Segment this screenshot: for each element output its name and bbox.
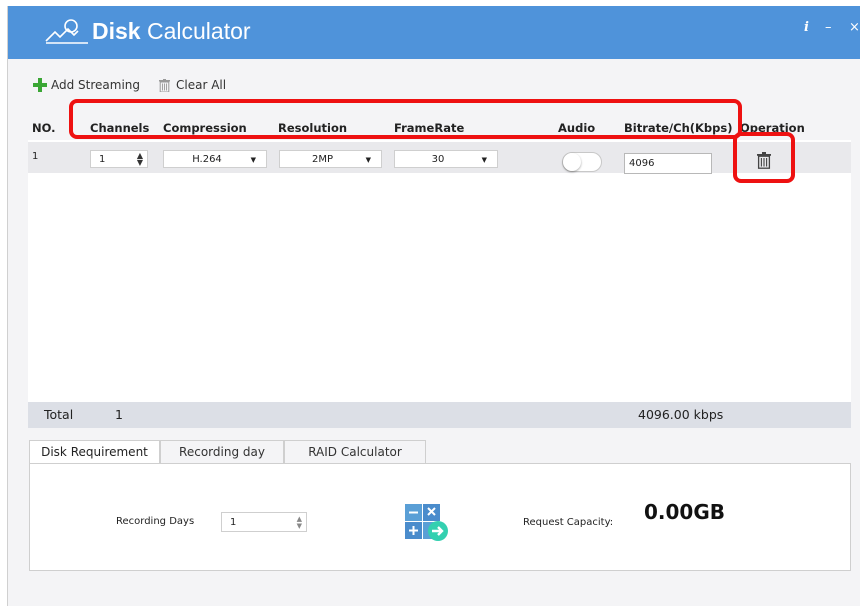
bitrate-input[interactable]: 4096: [624, 153, 712, 174]
framerate-select[interactable]: 30 ▼: [394, 150, 498, 168]
streaming-table: 1 1 ▲ ▼ H.264 ▼ 2MP ▼ 30 ▼ 4096: [28, 140, 851, 403]
audio-toggle[interactable]: [562, 152, 602, 172]
total-label: Total: [44, 407, 74, 422]
channels-stepper[interactable]: 1 ▲ ▼: [90, 150, 148, 168]
framerate-value: 30: [431, 154, 445, 165]
compression-value: H.264: [192, 154, 222, 165]
plus-icon: [33, 78, 47, 92]
chevron-down-icon: ▼: [365, 156, 371, 164]
tab-raid-calculator[interactable]: RAID Calculator: [284, 440, 426, 463]
recording-days-label: Recording Days: [116, 516, 195, 527]
clear-all-button[interactable]: Clear All: [159, 75, 226, 95]
clear-all-label: Clear All: [176, 78, 227, 92]
header-no: NO.: [32, 121, 56, 135]
stepper-arrows-icon[interactable]: ▲ ▼: [137, 152, 143, 167]
table-row: 1 1 ▲ ▼ H.264 ▼ 2MP ▼ 30 ▼ 4096: [28, 142, 851, 174]
highlight-operation-box: [733, 132, 795, 183]
app-title-bold: Disk: [92, 18, 141, 44]
calculator-icon: [405, 504, 448, 541]
add-streaming-button[interactable]: Add Streaming: [33, 75, 140, 95]
request-capacity-label: Request Capacity:: [523, 517, 614, 528]
total-channels: 1: [115, 407, 123, 422]
chevron-down-icon: ▼: [250, 156, 256, 164]
app-title: Disk Calculator: [92, 17, 251, 45]
compression-select[interactable]: H.264 ▼: [163, 150, 267, 168]
highlight-settings-box: [69, 99, 742, 139]
recording-days-value: 1: [230, 517, 237, 528]
resolution-select[interactable]: 2MP ▼: [279, 150, 382, 168]
recording-days-stepper[interactable]: 1 ▲ ▼: [221, 512, 307, 532]
tab-recording-day[interactable]: Recording day: [160, 440, 284, 463]
disk-logo-icon: [45, 19, 88, 44]
channels-value: 1: [99, 154, 106, 165]
total-bitrate: 4096.00 kbps: [638, 407, 724, 422]
close-button[interactable]: ×: [849, 20, 860, 35]
title-bar: Disk Calculator i – ×: [8, 6, 860, 59]
app-title-rest: Calculator: [140, 18, 251, 44]
disk-requirement-panel: Recording Days 1 ▲ ▼ Request Capacity: 0.…: [29, 463, 851, 571]
add-streaming-label: Add Streaming: [51, 78, 141, 92]
app-window: Disk Calculator i – × Add Streaming Clea…: [7, 6, 860, 606]
chevron-down-icon: ▼: [481, 156, 487, 164]
trash-icon: [159, 78, 170, 92]
minimize-button[interactable]: –: [825, 20, 832, 35]
info-icon[interactable]: i: [804, 20, 809, 35]
row-number: 1: [32, 151, 39, 162]
resolution-value: 2MP: [311, 154, 334, 165]
toggle-knob: [563, 153, 581, 171]
tab-disk-requirement[interactable]: Disk Requirement: [29, 440, 160, 464]
request-capacity-value: 0.00GB: [644, 500, 726, 524]
stepper-arrows-icon[interactable]: ▲ ▼: [297, 516, 302, 530]
total-bar: Total 1 4096.00 kbps: [28, 402, 851, 428]
